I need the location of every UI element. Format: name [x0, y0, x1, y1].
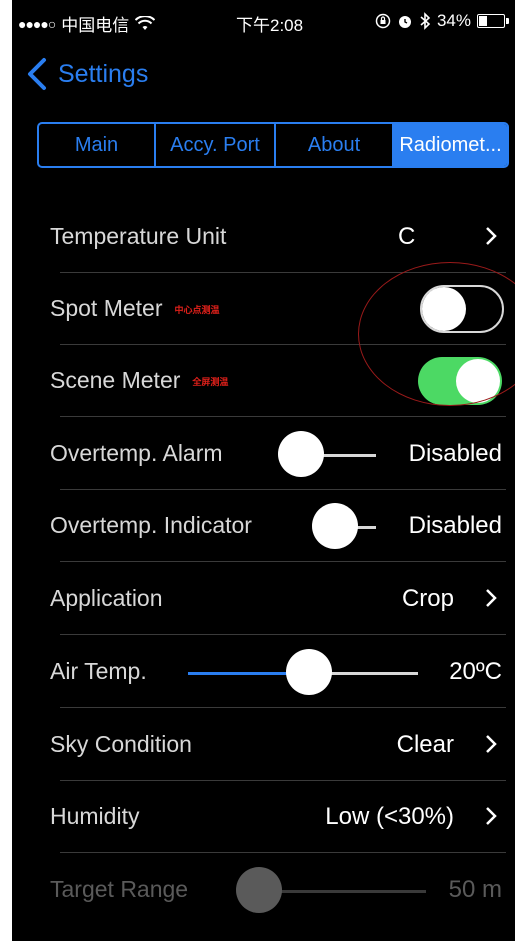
status-time: 下午2:08: [236, 16, 304, 35]
application-row[interactable]: Application Crop: [50, 563, 506, 635]
overtemp-indicator-value: Disabled: [408, 512, 502, 539]
target-range-label: Target Range: [50, 876, 189, 902]
alarm-clock-icon: [398, 16, 411, 28]
spot-meter-toggle[interactable]: [420, 285, 504, 333]
rotation-lock-icon: [375, 13, 391, 29]
overtemp-indicator-label: Overtemp. Indicator: [50, 512, 252, 538]
overtemp-alarm-label: Overtemp. Alarm: [50, 440, 223, 466]
chevron-right-icon: [486, 807, 497, 825]
air-temp-row: Air Temp. 20ºC: [50, 636, 506, 708]
air-temp-label: Air Temp.: [50, 658, 147, 684]
chevron-right-icon: [486, 735, 497, 753]
overtemp-alarm-row: Overtemp. Alarm Disabled: [50, 418, 506, 490]
status-bar: ●●●●○ 中国电信 下午2:08 34%: [12, 0, 515, 44]
spot-meter-label: Spot Meter: [50, 295, 163, 321]
chevron-right-icon: [486, 227, 497, 245]
status-right: 34%: [375, 11, 509, 31]
bluetooth-icon: [420, 12, 431, 30]
scene-meter-row: Scene Meter 全屏测温: [50, 345, 506, 417]
target-range-slider: [236, 867, 282, 913]
row-divider: [60, 634, 506, 635]
phone-screen: ●●●●○ 中国电信 下午2:08 34% Settings Main Accy…: [12, 0, 515, 941]
toggle-knob: [422, 287, 466, 331]
wifi-icon: [135, 15, 156, 30]
spot-meter-note: 中心点测温: [174, 305, 220, 316]
sky-condition-label: Sky Condition: [50, 731, 192, 757]
humidity-row[interactable]: Humidity Low (<30%): [50, 781, 506, 853]
scene-meter-note: 全屏测温: [192, 377, 229, 388]
scene-meter-label: Scene Meter: [50, 367, 181, 393]
back-button-label: Settings: [58, 59, 149, 88]
sky-condition-value: Clear: [396, 731, 454, 758]
humidity-value: Low (<30%): [325, 803, 454, 830]
overtemp-alarm-slider[interactable]: [278, 431, 324, 477]
sky-condition-row[interactable]: Sky Condition Clear: [50, 709, 506, 781]
temperature-unit-row[interactable]: Temperature Unit C: [50, 201, 506, 273]
tab-main[interactable]: Main: [39, 124, 156, 166]
row-divider: [60, 707, 506, 708]
overtemp-alarm-value: Disabled: [408, 440, 502, 467]
carrier-name: 中国电信: [61, 16, 130, 35]
temperature-unit-label: Temperature Unit: [50, 223, 227, 249]
target-range-row: Target Range 50 m: [50, 854, 506, 926]
back-button[interactable]: Settings: [22, 56, 148, 92]
row-divider: [60, 561, 506, 562]
air-temp-slider[interactable]: [286, 649, 332, 695]
overtemp-indicator-row: Overtemp. Indicator Disabled: [50, 490, 506, 562]
humidity-label: Humidity: [50, 803, 140, 829]
overtemp-indicator-slider[interactable]: [312, 503, 358, 549]
battery-icon: [477, 14, 509, 28]
tab-accy-port[interactable]: Accy. Port: [156, 124, 276, 166]
scene-meter-label-wrap: Scene Meter 全屏测温: [50, 367, 228, 394]
scene-meter-toggle[interactable]: [418, 357, 502, 405]
row-divider: [60, 416, 506, 417]
row-divider: [60, 852, 506, 853]
application-value: Crop: [401, 585, 454, 612]
status-left: ●●●●○ 中国电信: [18, 11, 156, 36]
signal-strength-icon: ●●●●○: [18, 15, 56, 32]
tab-about[interactable]: About: [276, 124, 394, 166]
spot-meter-row: Spot Meter 中心点测温: [50, 273, 506, 345]
air-temp-track-filled: [188, 672, 288, 675]
application-label: Application: [50, 585, 163, 611]
toggle-knob: [456, 359, 500, 403]
chevron-right-icon: [486, 589, 497, 607]
temperature-unit-value: C: [398, 223, 416, 250]
battery-percent: 34%: [436, 11, 471, 30]
target-range-value: 50 m: [448, 876, 502, 903]
air-temp-value: 20ºC: [449, 658, 502, 685]
settings-tabs: Main Accy. Port About Radiomet...: [37, 122, 509, 168]
chevron-left-icon: [28, 58, 46, 90]
spot-meter-label-wrap: Spot Meter 中心点测温: [50, 295, 220, 322]
tab-radiometry[interactable]: Radiomet...: [394, 124, 507, 166]
